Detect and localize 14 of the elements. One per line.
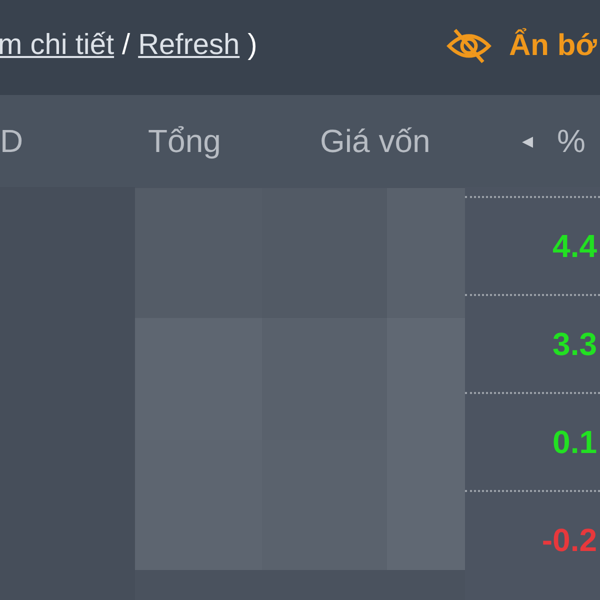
percent-change: 4.4 xyxy=(552,228,597,264)
column-header: D xyxy=(0,122,24,160)
column-header: Giá vốn xyxy=(320,122,430,160)
link[interactable]: Refresh xyxy=(138,29,240,62)
column-header: Tổng xyxy=(148,122,221,160)
percent-change: 3.3 xyxy=(552,326,597,362)
link[interactable]: m chi tiết xyxy=(0,29,114,62)
column-header: % xyxy=(557,122,586,160)
separator-text: ) xyxy=(248,29,258,62)
hide-button[interactable]: Ẩn bớ xyxy=(445,26,597,66)
percent-change: -0.2 xyxy=(542,522,597,558)
separator-text: / xyxy=(122,29,130,62)
sort-arrow[interactable]: ◂ xyxy=(522,128,533,154)
percent-change: 0.1 xyxy=(552,424,597,460)
